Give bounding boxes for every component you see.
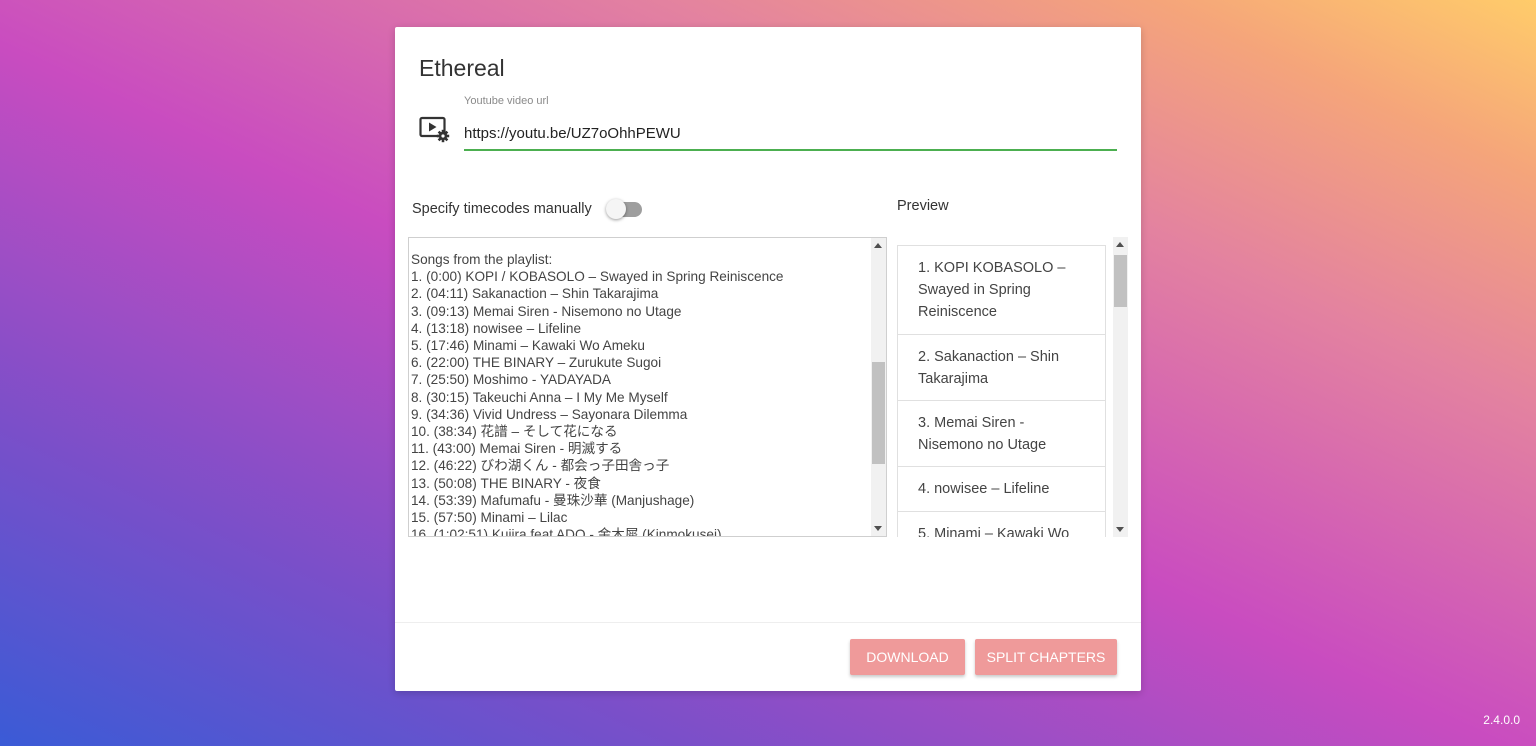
preview-panel: 1. KOPI KOBASOLO – Swayed in Spring Rein… [897, 237, 1128, 537]
url-input[interactable] [464, 117, 1117, 151]
preview-list: 1. KOPI KOBASOLO – Swayed in Spring Rein… [897, 245, 1106, 537]
scroll-thumb[interactable] [1114, 255, 1127, 307]
actions-divider [395, 622, 1141, 623]
preview-item: 3. Memai Siren - Nisemono no Utage [898, 401, 1105, 468]
preview-scrollbar[interactable] [1113, 237, 1128, 537]
preview-item: 4. nowisee – Lifeline [898, 467, 1105, 512]
scroll-thumb[interactable] [872, 362, 885, 464]
preview-item: 1. KOPI KOBASOLO – Swayed in Spring Rein… [898, 246, 1105, 335]
main-card: Ethereal Youtube video url Specify timec… [395, 27, 1141, 691]
video-settings-icon [419, 115, 451, 143]
app-title: Ethereal [419, 55, 505, 81]
split-chapters-button[interactable]: Split chapters [975, 639, 1117, 675]
preview-title: Preview [897, 198, 949, 214]
switch-thumb [605, 199, 626, 219]
scroll-down-arrow-icon[interactable] [1116, 527, 1124, 532]
version-label: 2.4.0.0 [1483, 713, 1520, 727]
scroll-down-arrow-icon[interactable] [874, 526, 882, 531]
timecodes-scrollbar[interactable] [871, 238, 886, 536]
timecodes-text: Songs from the playlist: 1. (0:00) KOPI … [411, 252, 784, 537]
scroll-up-arrow-icon[interactable] [874, 243, 882, 248]
url-label: Youtube video url [464, 95, 549, 107]
url-field: Youtube video url [464, 95, 1117, 153]
preview-item: 5. Minami – Kawaki Wo Ameku [898, 512, 1105, 537]
download-button[interactable]: Download [850, 639, 965, 675]
manual-timecodes-row: Specify timecodes manually [412, 197, 642, 221]
manual-timecodes-switch[interactable] [605, 198, 642, 220]
timecodes-textarea[interactable]: Songs from the playlist: 1. (0:00) KOPI … [408, 237, 887, 537]
scroll-up-arrow-icon[interactable] [1116, 242, 1124, 247]
preview-item: 2. Sakanaction – Shin Takarajima [898, 335, 1105, 402]
manual-timecodes-label: Specify timecodes manually [412, 201, 592, 217]
